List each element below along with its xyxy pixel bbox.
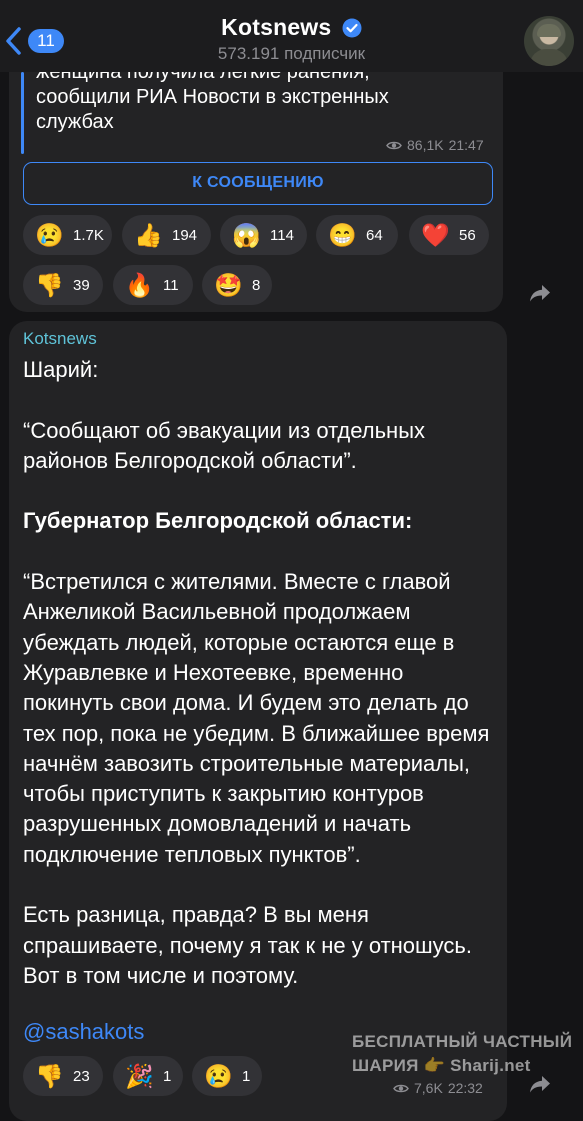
party-popper-icon: 🎉 [125,1063,154,1089]
grinning-face-icon: 😁 [328,222,357,248]
screaming-face-icon: 😱 [232,222,261,248]
reaction-count: 1.7K [73,226,104,244]
reaction-chip[interactable]: 😱 114 [220,215,307,255]
message-heading: Губернатор Белгородской области: [23,508,413,534]
reaction-chip[interactable]: 😢 1.7K [23,215,112,255]
message-quote: “Встретился с жителями. Вместе с главой … [23,569,490,867]
share-forward-icon[interactable] [529,283,551,303]
reaction-chip[interactable]: 👎 23 [23,1056,103,1096]
fire-icon: 🔥 [125,272,154,298]
reaction-chip[interactable]: 🔥 11 [113,265,193,305]
reaction-count: 39 [73,276,90,294]
message-conclusion: Есть разница, правда? В вы меня спрашива… [23,902,473,988]
reaction-chip[interactable]: 👎 39 [23,265,103,305]
reaction-count: 8 [252,276,261,294]
channel-title: Kotsnews [221,14,332,40]
message-line: Шарий: [23,357,99,382]
red-heart-icon: ❤️ [421,222,450,248]
message-time: 21:47 [448,137,484,153]
reaction-count: 1 [242,1067,251,1085]
reaction-count: 56 [459,226,476,244]
reaction-count: 1 [163,1067,172,1085]
chat-header: 11 Kotsnews 573.191 подписчик [0,0,583,72]
reaction-chip[interactable]: 😁 64 [316,215,398,255]
thumbs-down-icon: 👎 [35,272,64,298]
reaction-count: 23 [73,1067,90,1085]
reaction-count: 114 [270,226,294,244]
thumbs-down-icon: 👎 [35,1063,64,1089]
message-meta: 86,1K 21:47 [386,137,484,153]
subscriber-count: 573.191 подписчик [217,44,366,63]
reaction-chip[interactable]: 😢 1 [192,1056,262,1096]
reaction-count: 11 [163,276,179,294]
reaction-chip[interactable]: 🤩 8 [202,265,272,305]
message-quote: “Сообщают об эвакуации из отдельных райо… [23,417,426,473]
watermark-line: ШАРИЯ 👉 Sharij.net [352,1056,531,1075]
views-eye-icon [386,141,402,149]
crying-face-icon: 😢 [204,1063,233,1089]
reaction-count: 64 [366,226,383,244]
watermark-line: БЕСПЛАТНЫЙ ЧАСТНЫЙ [352,1032,573,1051]
reaction-chip[interactable]: ❤️ 56 [409,215,489,255]
author-mention-link[interactable]: @sashakots [23,1019,144,1045]
sender-name[interactable]: Kotsnews [23,329,97,349]
watermark: БЕСПЛАТНЫЙ ЧАСТНЫЙ ШАРИЯ 👉 Sharij.net [352,1030,572,1078]
reaction-chip[interactable]: 👍 194 [122,215,211,255]
go-to-message-button[interactable]: К СООБЩЕНИЮ [23,162,493,205]
verified-icon [342,18,362,38]
star-struck-icon: 🤩 [214,272,243,298]
forward-quote-bar [21,72,24,154]
message-text: Шарий: “Сообщают об эвакуации из отдельн… [23,355,497,991]
reaction-count: 194 [172,226,198,244]
crying-face-icon: 😢 [35,222,64,248]
channel-title-area[interactable]: Kotsnews [0,14,583,41]
views-count: 86,1K [407,137,444,153]
views-eye-icon [393,1084,409,1092]
reaction-chip[interactable]: 🎉 1 [113,1056,183,1096]
thumbs-up-icon: 👍 [134,222,163,248]
channel-avatar[interactable] [524,16,574,66]
